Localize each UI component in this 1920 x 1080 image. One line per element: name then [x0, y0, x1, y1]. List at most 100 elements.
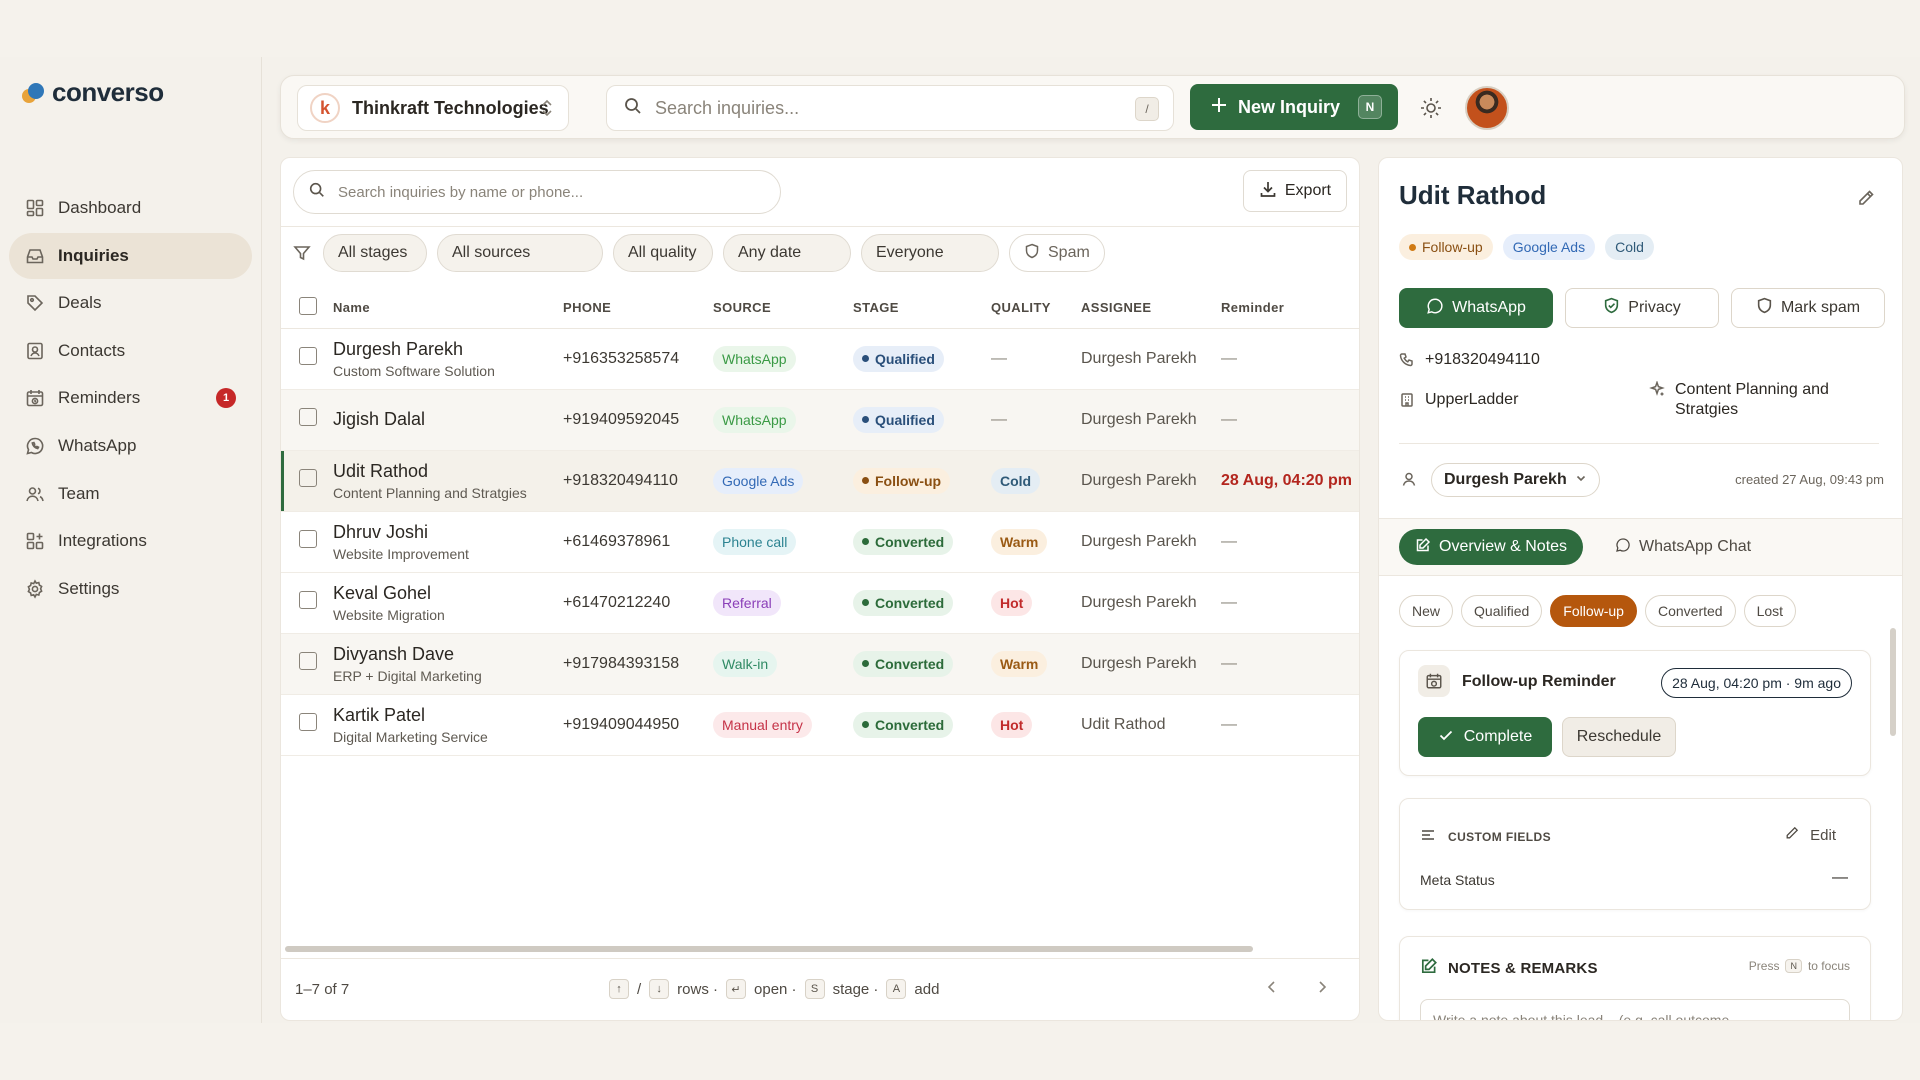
- assignee-value: Durgesh Parekh: [1444, 471, 1567, 488]
- user-avatar[interactable]: [1465, 86, 1509, 130]
- notes-textarea[interactable]: Write a note about this lead... (e.g. ca…: [1420, 999, 1850, 1020]
- reminder-value: —: [1221, 572, 1359, 634]
- row-checkbox[interactable]: [299, 347, 317, 365]
- row-checkbox[interactable]: [299, 652, 317, 670]
- org-switcher[interactable]: k Thinkraft Technologies: [297, 85, 569, 131]
- stage-option-lost[interactable]: Lost: [1743, 595, 1797, 627]
- detail-tags: Follow-up Google Ads Cold: [1399, 234, 1654, 260]
- filter-spam[interactable]: Spam: [1009, 234, 1105, 272]
- inquiry-detail-panel: Udit Rathod Follow-up Google Ads Cold Wh…: [1378, 157, 1903, 1021]
- col-assignee[interactable]: ASSIGNEE: [1081, 288, 1221, 329]
- stage-tag: Follow-up: [1399, 234, 1493, 260]
- sidebar-item-dashboard[interactable]: Dashboard: [9, 185, 252, 231]
- new-inquiry-button[interactable]: New Inquiry N: [1190, 84, 1398, 130]
- next-page-icon[interactable]: [1315, 979, 1329, 1000]
- sidebar-item-settings[interactable]: Settings: [9, 566, 252, 612]
- row-checkbox[interactable]: [299, 469, 317, 487]
- inquiries-list-panel: Search inquiries by name or phone... Exp…: [280, 157, 1360, 1021]
- filter-quality[interactable]: All quality: [613, 234, 713, 272]
- notes-title: NOTES & REMARKS: [1448, 959, 1598, 977]
- divider: [1399, 443, 1879, 444]
- whatsapp-button[interactable]: WhatsApp: [1399, 288, 1553, 328]
- stage-option-follow-up[interactable]: Follow-up: [1550, 595, 1637, 627]
- complete-button[interactable]: Complete: [1418, 717, 1552, 757]
- assignee-name: Durgesh Parekh: [1081, 572, 1221, 634]
- privacy-button[interactable]: Privacy: [1565, 288, 1719, 328]
- global-search-input[interactable]: Search inquiries... /: [606, 85, 1174, 131]
- list-footer: 1–7 of 7 ↑ / ↓ rows · ↵ open · S stage ·…: [281, 958, 1359, 1020]
- table-row[interactable]: Kartik Patel Digital Marketing Service +9…: [281, 694, 1359, 756]
- vertical-scrollbar[interactable]: [1890, 628, 1896, 736]
- arrow-up-key: ↑: [609, 979, 629, 999]
- tab-whatsapp-chat[interactable]: WhatsApp Chat: [1607, 529, 1759, 565]
- table-row[interactable]: Divyansh Dave ERP + Digital Marketing +91…: [281, 633, 1359, 695]
- sidebar-item-integrations[interactable]: Integrations: [9, 518, 252, 564]
- lead-phone: +919409592045: [563, 389, 713, 451]
- created-timestamp: created 27 Aug, 09:43 pm: [1735, 472, 1884, 487]
- notes-edit-icon: [1420, 957, 1438, 979]
- lead-phone: +61469378961: [563, 511, 713, 573]
- filter-icon: [293, 244, 311, 262]
- reminders-count-badge: 1: [216, 388, 236, 409]
- lead-subtitle: Custom Software Solution: [333, 362, 495, 379]
- assignee-name: Udit Rathod: [1081, 694, 1221, 756]
- custom-fields-edit-button[interactable]: Edit: [1784, 825, 1836, 845]
- reschedule-button[interactable]: Reschedule: [1562, 717, 1676, 757]
- sidebar-item-whatsapp[interactable]: WhatsApp: [9, 423, 252, 469]
- search-shortcut-key: /: [1135, 97, 1159, 121]
- assignee-name: Durgesh Parekh: [1081, 450, 1221, 512]
- stage-option-qualified[interactable]: Qualified: [1461, 595, 1543, 627]
- filter-assignee[interactable]: Everyone: [861, 234, 999, 272]
- export-button[interactable]: Export: [1243, 170, 1347, 212]
- list-search-input[interactable]: Search inquiries by name or phone...: [293, 170, 781, 214]
- assignee-select[interactable]: Durgesh Parekh: [1431, 463, 1600, 497]
- col-source[interactable]: SOURCE: [713, 288, 853, 329]
- table-row[interactable]: Jigish Dalal +919409592045 WhatsApp Qual…: [281, 389, 1359, 451]
- tab-overview-notes[interactable]: Overview & Notes: [1399, 529, 1584, 565]
- col-reminder[interactable]: Reminder: [1221, 288, 1359, 329]
- theme-toggle-sun-icon[interactable]: [1419, 96, 1443, 124]
- col-phone[interactable]: PHONE: [563, 288, 713, 329]
- logo[interactable]: converso: [22, 77, 164, 108]
- col-name[interactable]: Name: [333, 288, 563, 329]
- sidebar-item-team[interactable]: Team: [9, 471, 252, 517]
- sidebar-item-inquiries[interactable]: Inquiries: [9, 232, 252, 279]
- row-checkbox[interactable]: [299, 530, 317, 548]
- prev-page-icon[interactable]: [1265, 979, 1279, 1000]
- quality-badge: Hot: [991, 589, 1033, 616]
- lead-subtitle: Digital Marketing Service: [333, 728, 488, 745]
- row-checkbox[interactable]: [299, 713, 317, 731]
- pencil-icon[interactable]: [1856, 188, 1876, 212]
- row-checkbox[interactable]: [299, 408, 317, 426]
- contacts-icon: [25, 341, 45, 361]
- lead-subtitle: Website Migration: [333, 606, 445, 623]
- select-all-checkbox[interactable]: [299, 297, 317, 316]
- custom-fields-title: CUSTOM FIELDS: [1448, 829, 1551, 844]
- reminder-time-badge[interactable]: 28 Aug, 04:20 pm · 9m ago: [1661, 668, 1852, 698]
- horizontal-scrollbar[interactable]: [285, 946, 1253, 952]
- quality-badge: Hot: [991, 711, 1033, 738]
- table-header-row: Name PHONE SOURCE STAGE QUALITY ASSIGNEE…: [281, 288, 1359, 329]
- row-checkbox[interactable]: [299, 591, 317, 609]
- table-row[interactable]: Dhruv Joshi Website Improvement +61469378…: [281, 511, 1359, 573]
- table-row-selected[interactable]: Udit Rathod Content Planning and Stratgie…: [281, 450, 1359, 512]
- complete-label: Complete: [1463, 728, 1533, 745]
- col-stage[interactable]: STAGE: [853, 288, 991, 329]
- source-badge: Phone call: [713, 528, 797, 555]
- sidebar-item-deals[interactable]: Deals: [9, 280, 252, 326]
- filter-sources[interactable]: All sources: [437, 234, 603, 272]
- list-search-placeholder: Search inquiries by name or phone...: [338, 183, 584, 201]
- sidebar-item-contacts[interactable]: Contacts: [9, 328, 252, 374]
- filter-stages[interactable]: All stages: [323, 234, 427, 272]
- stage-option-new[interactable]: New: [1399, 595, 1454, 627]
- filter-date[interactable]: Any date: [723, 234, 851, 272]
- sidebar-item-reminders[interactable]: Reminders 1: [9, 375, 252, 421]
- detail-phone[interactable]: +918320494110: [1399, 351, 1540, 373]
- col-quality[interactable]: QUALITY: [991, 288, 1081, 329]
- table-row[interactable]: Durgesh Parekh Custom Software Solution +…: [281, 328, 1359, 390]
- detail-tabs: Overview & Notes WhatsApp Chat: [1379, 518, 1902, 576]
- table-row[interactable]: Keval Gohel Website Migration +6147021224…: [281, 572, 1359, 634]
- mark-spam-button[interactable]: Mark spam: [1731, 288, 1885, 328]
- stage-option-converted[interactable]: Converted: [1644, 595, 1736, 627]
- source-badge: Referral: [713, 589, 781, 616]
